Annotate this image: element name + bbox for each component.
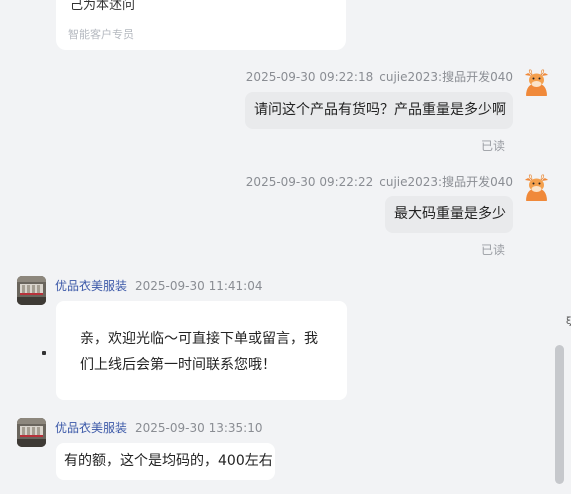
message-meta: 优品衣美服装 2025-09-30 11:41:04 bbox=[55, 277, 262, 294]
message-timestamp: 2025-09-30 09:22:18 bbox=[245, 70, 374, 84]
message-meta: 优品衣美服装 2025-09-30 13:35:10 bbox=[55, 419, 262, 436]
message-meta: 2025-09-30 09:22:22 cujie2023:搜品开发040 bbox=[246, 173, 513, 190]
message-sender: cujie2023:搜品开发040 bbox=[379, 175, 513, 189]
message-timestamp: 2025-09-30 13:35:10 bbox=[135, 421, 263, 435]
scrollbar-thumb[interactable] bbox=[555, 345, 564, 484]
cow-avatar-icon[interactable] bbox=[522, 172, 551, 201]
bullet-mark bbox=[42, 351, 46, 355]
welcome-message-bubble: 亲，欢迎光临～可直接下单或留言，我 们上线后会第一时间联系您哦！ bbox=[56, 301, 347, 400]
truncated-message-text: 己为本述问 bbox=[70, 0, 136, 13]
shop-name-link[interactable]: 优品衣美服装 bbox=[55, 279, 127, 293]
message-line: 们上线后会第一时间联系您哦！ bbox=[80, 357, 276, 373]
message-line: 亲，欢迎光临～可直接下单或留言，我 bbox=[80, 331, 318, 347]
shop-avatar-icon[interactable] bbox=[17, 276, 46, 305]
cow-avatar-icon[interactable] bbox=[522, 67, 551, 96]
edge-glyph: ξ bbox=[566, 316, 571, 327]
message-bubble: 请问这个产品有货吗？产品重量是多少啊 bbox=[245, 92, 513, 129]
message-bubble: 有的额，这个是均码的，400左右 bbox=[56, 443, 275, 480]
message-bubble: 最大码重量是多少 bbox=[385, 196, 513, 233]
agent-message-card: 己为本述问 智能客户专员 bbox=[56, 0, 346, 50]
shop-name-link[interactable]: 优品衣美服装 bbox=[55, 421, 127, 435]
message-timestamp: 2025-09-30 11:41:04 bbox=[135, 279, 263, 293]
read-status: 已读 bbox=[481, 243, 506, 257]
shop-avatar-icon[interactable] bbox=[17, 418, 46, 447]
message-meta: 2025-09-30 09:22:18 cujie2023:搜品开发040 bbox=[246, 68, 513, 85]
message-timestamp: 2025-09-30 09:22:22 bbox=[245, 175, 374, 189]
read-status: 已读 bbox=[481, 139, 506, 153]
message-sender: cujie2023:搜品开发040 bbox=[379, 70, 513, 84]
agent-tag: 智能客户专员 bbox=[68, 28, 134, 41]
chat-panel: 己为本述问 智能客户专员 2025-09-30 09:22:18 cujie202… bbox=[0, 0, 571, 494]
